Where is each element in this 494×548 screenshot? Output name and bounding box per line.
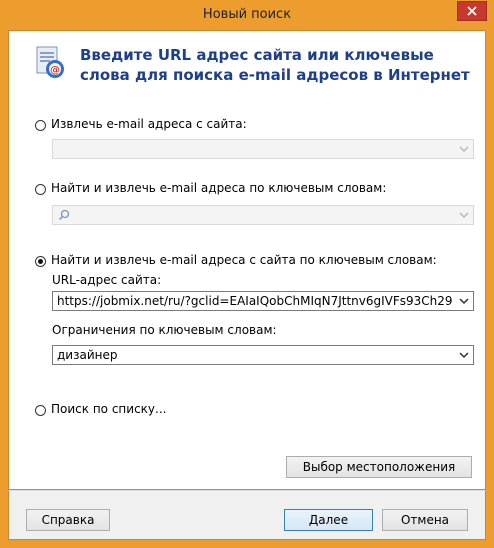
dialog-footer: Справка Далее Отмена: [8, 490, 486, 540]
next-button[interactable]: Далее: [284, 509, 373, 531]
page-heading: Введите URL адрес сайта или ключевые сло…: [80, 46, 470, 84]
radio-label[interactable]: Поиск по списку...: [51, 402, 166, 416]
keyword-limit-combo[interactable]: дизайнер: [52, 345, 474, 365]
keyword-limit-label: Ограничения по ключевым словам:: [52, 323, 277, 337]
search-icon: [58, 209, 70, 221]
help-button[interactable]: Справка: [26, 509, 110, 531]
close-button[interactable]: [457, 1, 487, 21]
radio-search-by-keywords[interactable]: [35, 184, 46, 195]
site-url-combo[interactable]: [52, 139, 474, 159]
chevron-down-icon: [459, 146, 469, 153]
svg-text:@: @: [50, 65, 60, 76]
url-label: URL-адрес сайта:: [52, 273, 162, 287]
chevron-down-icon[interactable]: [459, 352, 469, 359]
radio-extract-from-site[interactable]: [35, 120, 46, 131]
keywords-search-combo[interactable]: [52, 205, 474, 225]
dialog-content: @ Введите URL адрес сайта или ключевые с…: [8, 30, 486, 490]
title-bar[interactable]: Новый поиск: [0, 0, 494, 30]
radio-label[interactable]: Найти и извлечь e-mail адреса с сайта по…: [51, 253, 437, 267]
email-search-icon: @: [36, 46, 64, 78]
radio-label[interactable]: Найти и извлечь e-mail адреса по ключевы…: [51, 181, 386, 195]
url-combo[interactable]: https://jobmix.net/ru/?gclid=EAIaIQobChM…: [52, 291, 474, 311]
cancel-button[interactable]: Отмена: [382, 509, 468, 531]
chevron-down-icon: [459, 212, 469, 219]
close-icon: [467, 6, 477, 16]
dialog-window: Новый поиск @ Введите URL адрес сайта ил…: [0, 0, 494, 548]
site-url-value: [57, 141, 453, 159]
choose-location-button[interactable]: Выбор местоположения: [286, 456, 472, 478]
chevron-down-icon[interactable]: [459, 298, 469, 305]
radio-site-by-keywords[interactable]: [35, 256, 46, 267]
radio-search-by-list[interactable]: [35, 405, 46, 416]
keywords-search-value: [73, 207, 453, 225]
keyword-limit-value[interactable]: дизайнер: [57, 347, 453, 365]
window-title: Новый поиск: [202, 7, 292, 22]
url-value[interactable]: https://jobmix.net/ru/?gclid=EAIaIQobChM…: [57, 293, 453, 311]
radio-label[interactable]: Извлечь e-mail адреса с сайта:: [51, 117, 247, 131]
